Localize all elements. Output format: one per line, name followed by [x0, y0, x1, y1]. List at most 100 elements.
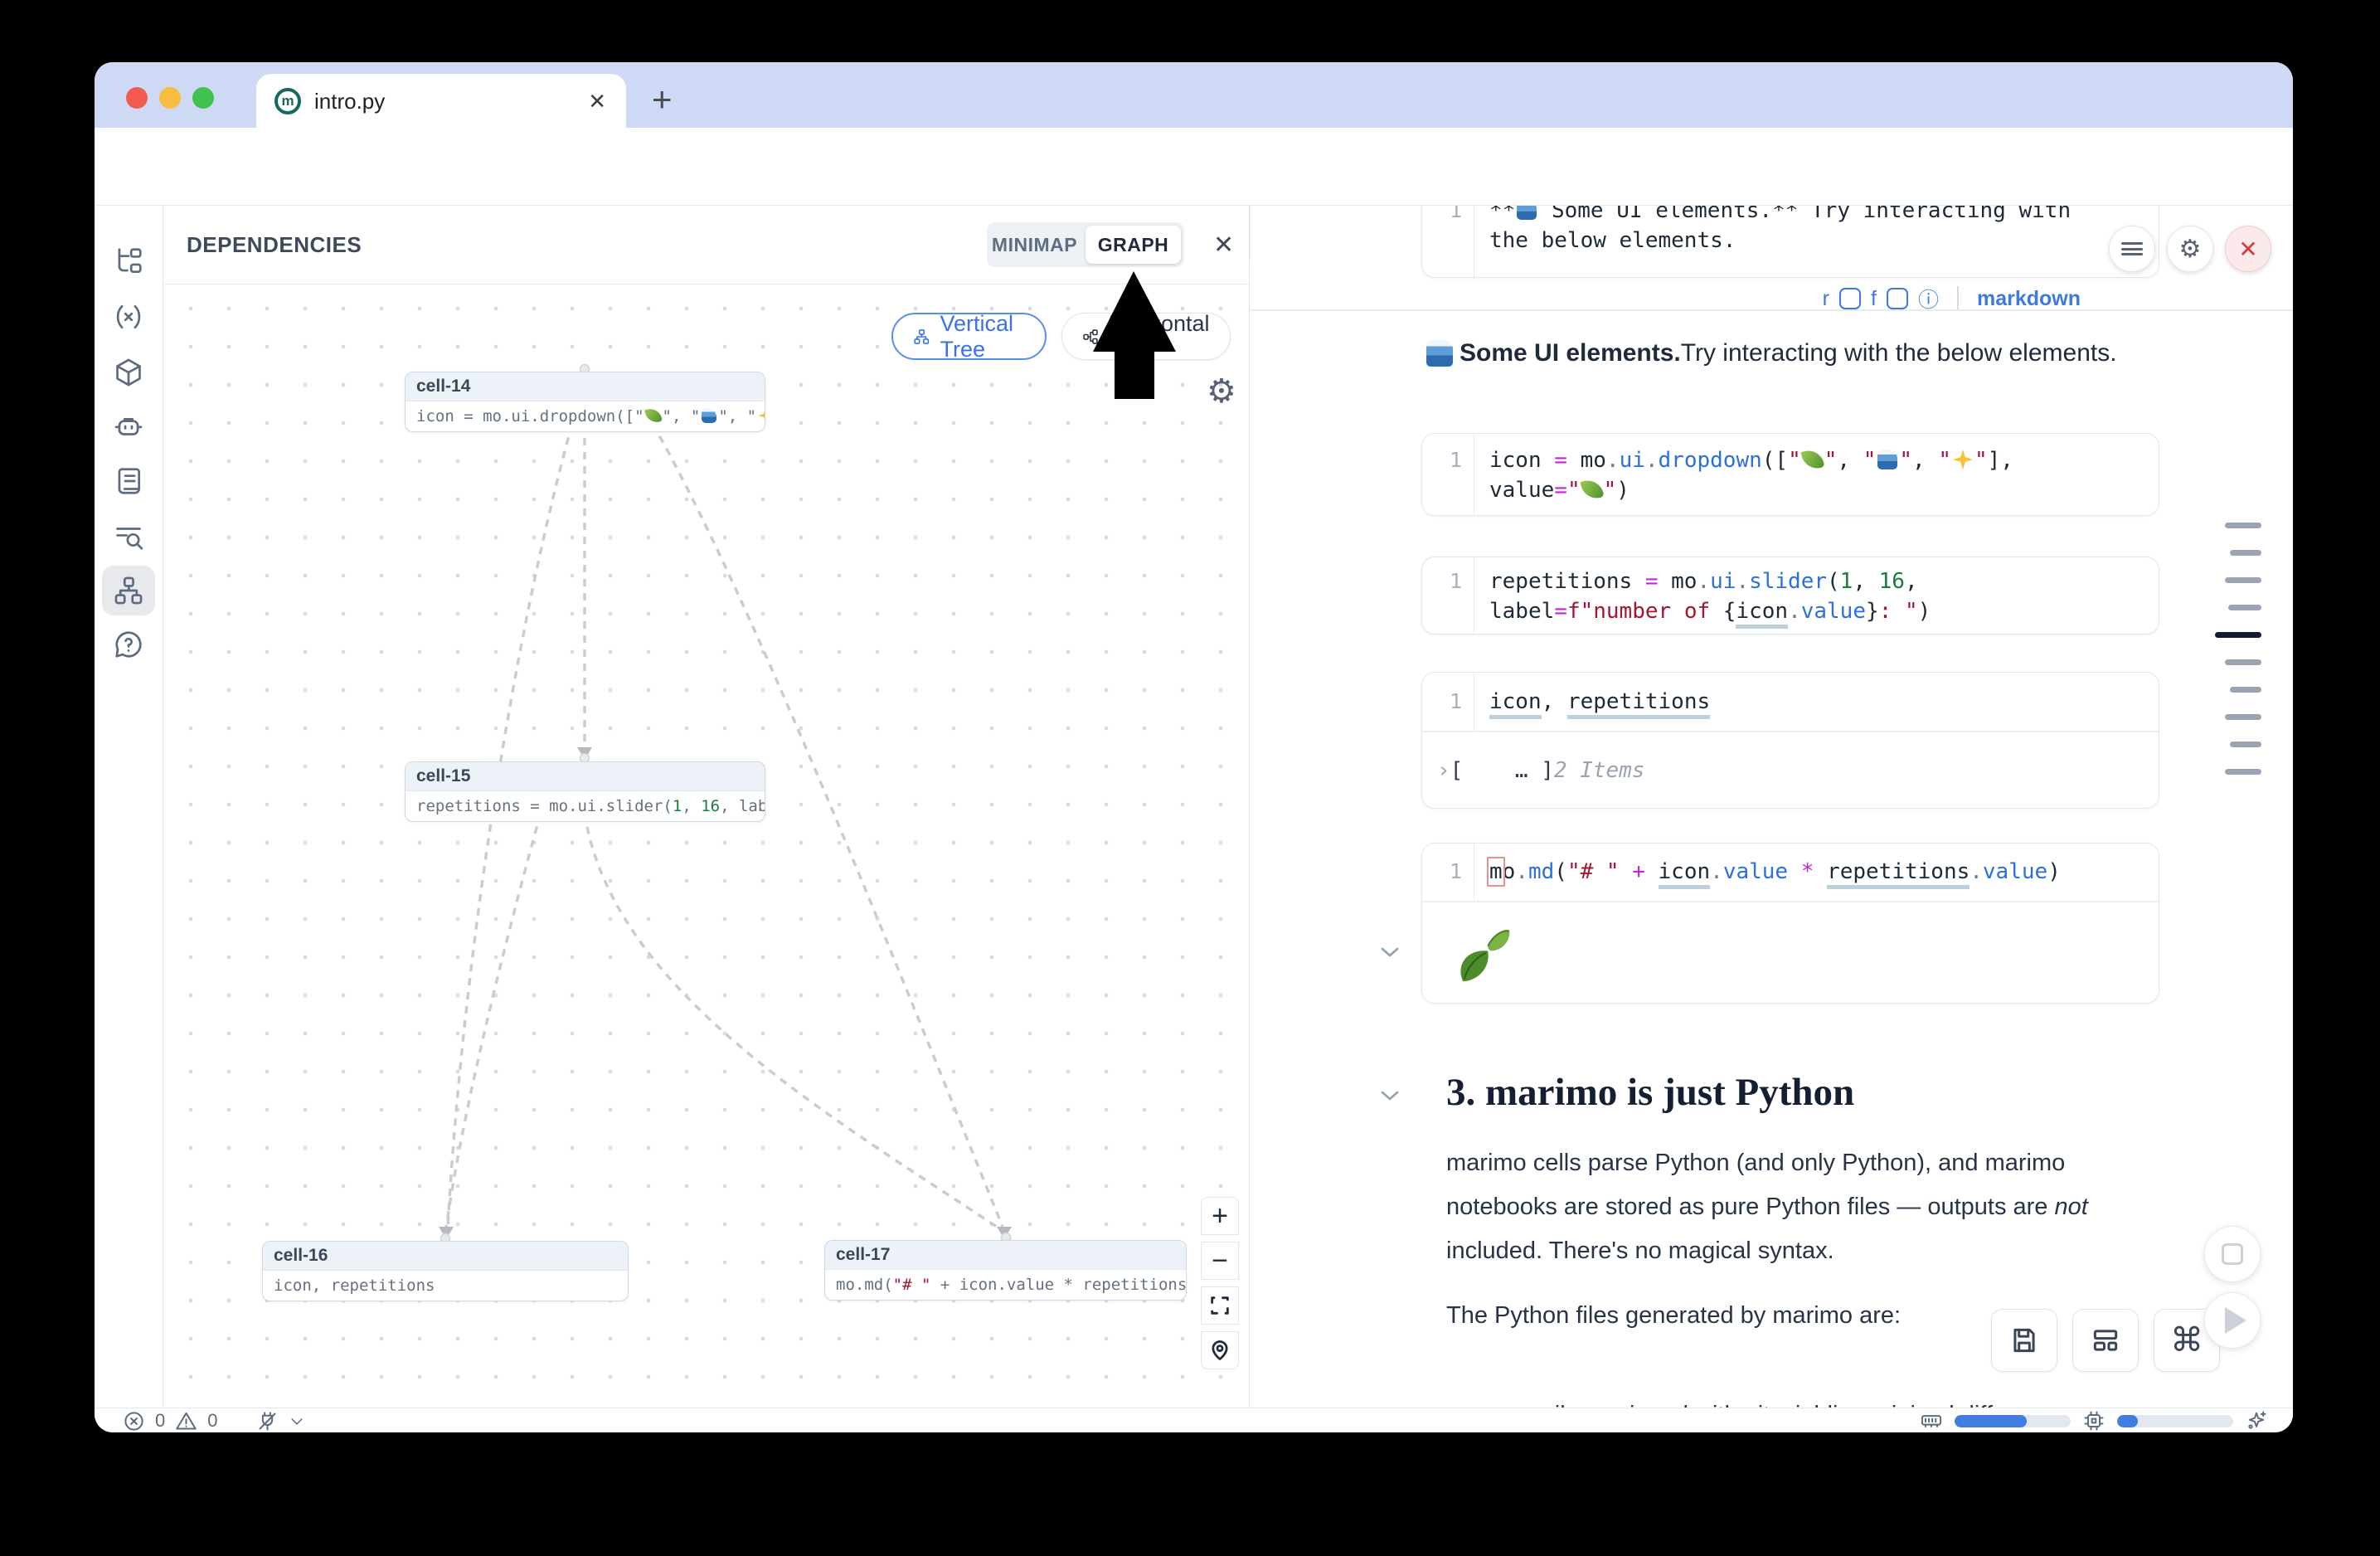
code-line[interactable]: the below elements.: [1489, 226, 2150, 255]
collapse-section-chevron-icon[interactable]: [1380, 1090, 1400, 1106]
save-button[interactable]: [1991, 1309, 2057, 1372]
sidebar-item-logs[interactable]: [102, 456, 155, 506]
code-line[interactable]: mo.md("# " + icon.value * repetitions.va…: [1489, 857, 2150, 887]
graph-settings-icon[interactable]: ⚙: [1207, 372, 1236, 411]
locate-button[interactable]: [1201, 1331, 1239, 1369]
minimap-tick[interactable]: [2225, 523, 2261, 528]
minimap-tick[interactable]: [2225, 659, 2261, 665]
traffic-light-zoom[interactable]: [192, 87, 214, 109]
tab-close-icon[interactable]: ✕: [588, 89, 606, 114]
minimap-tick[interactable]: [2230, 687, 2261, 693]
panel-title: DEPENDENCIES: [187, 232, 362, 258]
close-panel-icon[interactable]: ✕: [1213, 231, 1234, 260]
cell-settings-gear-icon[interactable]: ⚙: [2167, 226, 2213, 272]
code-line[interactable]: ** Some UI elements.** Try interacting w…: [1489, 206, 2150, 226]
memory-usage-bar: [1955, 1415, 2071, 1427]
config-divider: [1957, 286, 1959, 311]
section-paragraph: marimo cells parse Python (and only Pyth…: [1446, 1141, 2110, 1273]
code-line[interactable]: icon, repetitions: [1489, 687, 2150, 717]
minimap-tick[interactable]: [2230, 550, 2261, 556]
graph-node-cell-16[interactable]: cell-16icon, repetitions: [262, 1241, 629, 1301]
graph-node-code: icon = mo.ui.dropdown(["", "", ""], valu…: [406, 401, 765, 431]
graph-node-code: icon, repetitions: [263, 1271, 628, 1301]
sidebar-item-variables[interactable]: [102, 292, 155, 342]
run-toggle-checkbox[interactable]: [1839, 288, 1861, 309]
sidebar-item-dependency-graph[interactable]: [102, 566, 155, 615]
wave-emoji: [1517, 206, 1537, 220]
code-line[interactable]: icon = mo.ui.dropdown(["", "", ""],: [1489, 445, 2150, 475]
markdown-source-cell[interactable]: 1 ** Some UI elements.** Try interacting…: [1421, 206, 2159, 278]
dependency-graph-canvas[interactable]: Vertical Tree Horizontal Tree ⚙ cell-14i…: [163, 284, 1249, 1408]
leaf-emoji: [644, 406, 663, 425]
fit-view-button[interactable]: [1201, 1286, 1239, 1325]
new-tab-button[interactable]: +: [652, 80, 673, 119]
ai-assistant-icon: [113, 411, 144, 442]
logs-icon: [113, 465, 144, 497]
ai-sparkle-icon[interactable]: [2245, 1409, 2268, 1432]
tab-graph[interactable]: GRAPH: [1086, 226, 1181, 264]
packages-icon: [113, 357, 144, 388]
browser-tab[interactable]: m intro.py ✕: [256, 74, 626, 129]
minimap-tick[interactable]: [2228, 605, 2261, 610]
graph-edges: [163, 284, 1249, 1408]
tab-minimap[interactable]: MINIMAP: [987, 234, 1082, 256]
save-icon: [2008, 1325, 2040, 1356]
graph-node-title: cell-14: [406, 372, 765, 401]
disconnected-icon[interactable]: [256, 1410, 279, 1432]
code-line[interactable]: repetitions = mo.ui.slider(1, 16,: [1489, 566, 2150, 596]
warnings-icon[interactable]: [175, 1410, 197, 1432]
stop-kernel-button[interactable]: [2204, 1226, 2261, 1282]
minimap-tick[interactable]: [2225, 714, 2261, 720]
sidebar-item-snippets[interactable]: [102, 512, 155, 562]
run-all-button[interactable]: [2204, 1292, 2261, 1349]
language-badge[interactable]: markdown: [1977, 287, 2081, 311]
wave-emoji: [702, 408, 716, 423]
leaf-emoji: [1450, 922, 1513, 985]
cell-minimap[interactable]: [2212, 523, 2261, 796]
graph-node-cell-15[interactable]: cell-15repetitions = mo.ui.slider(1, 16,…: [405, 761, 765, 822]
warning-count: 0: [207, 1410, 217, 1432]
collection-output[interactable]: › [ … ] 2 Items: [1422, 732, 2159, 809]
minimap-tick-active[interactable]: [2215, 632, 2261, 638]
minimap-tick[interactable]: [2225, 577, 2261, 583]
section-paragraph-clipped: easily versioned with git, yielding mini…: [1516, 1393, 2179, 1408]
dependency-graph-icon: [113, 575, 144, 606]
delete-cell-icon[interactable]: ✕: [2225, 226, 2271, 272]
code-cell-slider[interactable]: 1 repetitions = mo.ui.slider(1, 16, labe…: [1421, 557, 2159, 635]
zoom-out-button[interactable]: −: [1201, 1242, 1239, 1280]
sidebar-item-file-explorer[interactable]: [102, 236, 155, 286]
sparkles-emoji: [758, 408, 765, 423]
cell-separator: [1251, 309, 2293, 311]
graph-node-title: cell-17: [825, 1241, 1186, 1270]
cursor-arrow-pointer: [1093, 271, 1176, 399]
sidebar-item-help[interactable]: [102, 620, 155, 669]
format-toggle-checkbox[interactable]: [1887, 288, 1908, 309]
sidebar-item-ai-assistant[interactable]: [102, 401, 155, 451]
zoom-in-button[interactable]: +: [1201, 1197, 1239, 1235]
sidebar-item-packages[interactable]: [102, 348, 155, 397]
layout-toggle-button[interactable]: [2072, 1309, 2139, 1372]
graph-node-cell-17[interactable]: cell-17mo.md("# " + icon.value * repetit…: [824, 1240, 1187, 1301]
minimap-tick[interactable]: [2225, 769, 2261, 775]
chevron-down-icon[interactable]: [289, 1410, 305, 1432]
traffic-light-minimize[interactable]: [159, 87, 181, 109]
errors-icon[interactable]: [123, 1410, 145, 1432]
vertical-tree-button[interactable]: Vertical Tree: [891, 313, 1047, 360]
section-heading: 3. marimo is just Python: [1446, 1070, 1854, 1115]
drag-handle-menu-icon[interactable]: [2109, 226, 2155, 272]
marimo-favicon-icon: m: [274, 88, 301, 114]
line-number: 1: [1430, 687, 1462, 717]
code-cell-tuple[interactable]: 1 icon, repetitions › [ … ] 2 Items: [1421, 672, 2159, 809]
code-line[interactable]: value=""): [1489, 475, 2150, 505]
traffic-light-close[interactable]: [126, 87, 148, 109]
code-cell-momd[interactable]: 1 mo.md("# " + icon.value * repetitions.…: [1421, 843, 2159, 1004]
variables-icon: [113, 301, 144, 333]
collapse-cell-chevron-icon[interactable]: [1380, 946, 1400, 962]
graph-node-cell-14[interactable]: cell-14icon = mo.ui.dropdown(["", "", ""…: [405, 372, 765, 432]
layout-icon: [2090, 1325, 2121, 1356]
app-sidebar: [95, 206, 163, 1408]
code-line[interactable]: label=f"number of {icon.value}: "): [1489, 596, 2150, 626]
minimap-tick[interactable]: [2230, 742, 2261, 747]
code-cell-dropdown[interactable]: 1 icon = mo.ui.dropdown(["", "", ""], va…: [1421, 433, 2159, 516]
browser-toolbar: ⓘ localhost:2718 Guest: [95, 128, 2293, 206]
